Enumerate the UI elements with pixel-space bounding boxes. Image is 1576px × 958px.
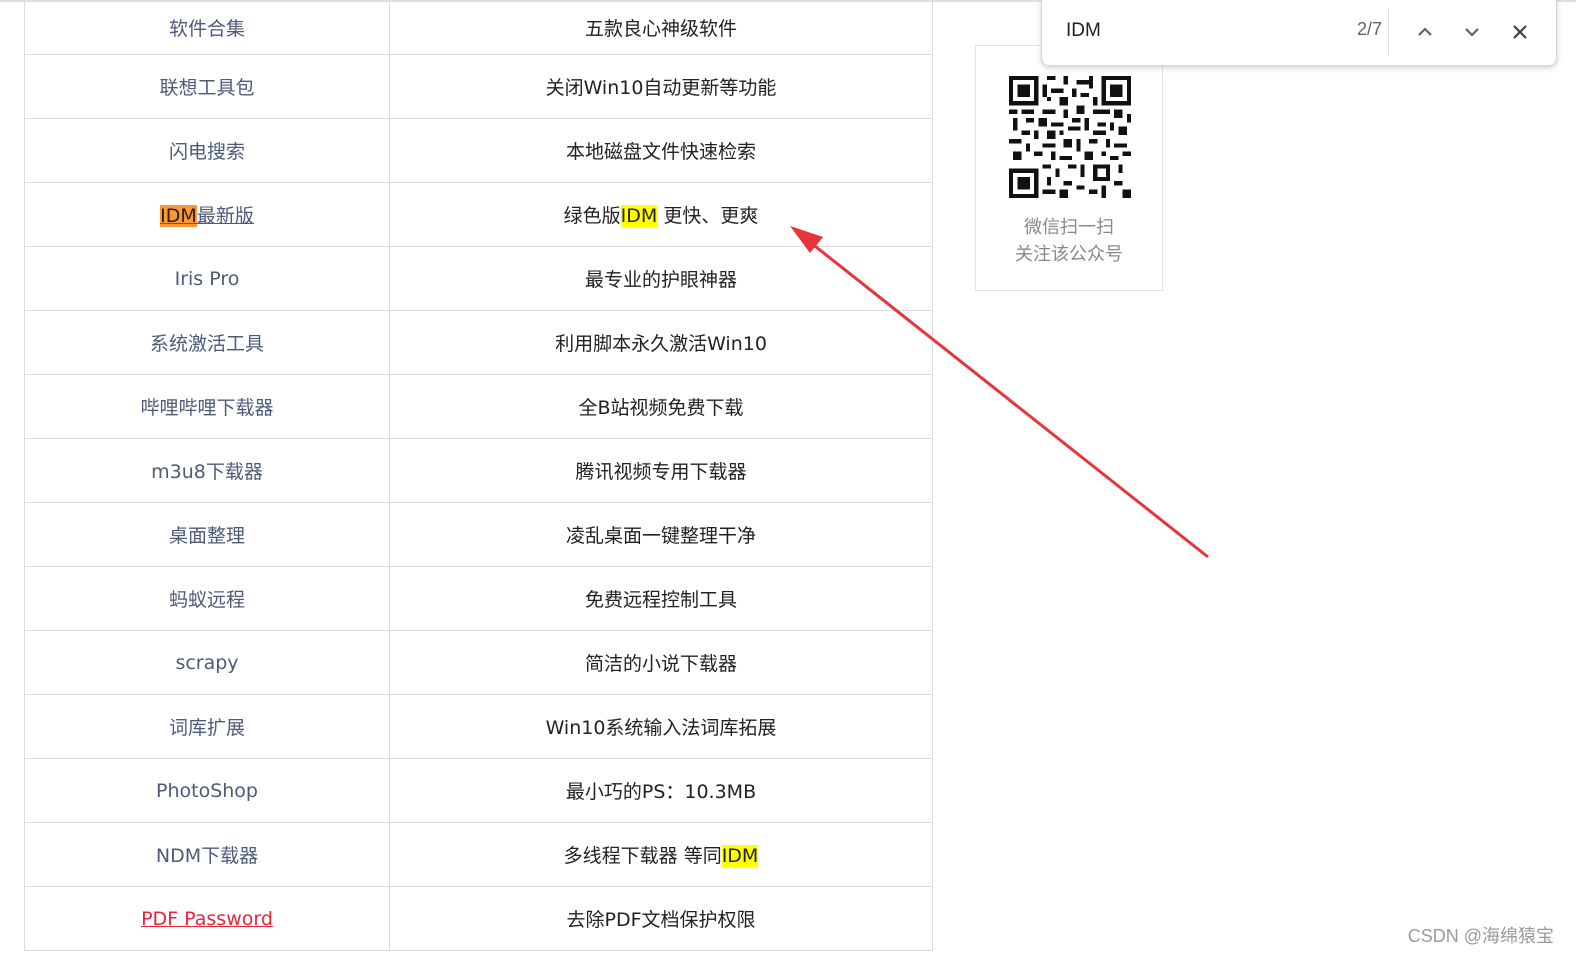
- find-previous-button[interactable]: [1409, 16, 1441, 48]
- software-name-link[interactable]: 桌面整理: [169, 525, 245, 547]
- software-name-link[interactable]: scrapy: [175, 652, 238, 674]
- find-match-count: 2/7: [1356, 19, 1382, 39]
- csdn-watermark: CSDN @海绵猿宝: [1407, 926, 1554, 946]
- qr-caption-line2: 关注该公众号: [1015, 244, 1123, 265]
- wechat-qr-card: 微信扫一扫 关注该公众号: [975, 45, 1163, 291]
- table-row: Iris Pro 最专业的护眼神器: [24, 246, 933, 311]
- software-name-link[interactable]: m3u8下载器: [151, 461, 263, 483]
- software-name-link[interactable]: 哔哩哔哩下载器: [140, 397, 273, 419]
- software-description: 全B站视频免费下载: [389, 374, 933, 439]
- find-in-page-bar: 2/7: [1041, 0, 1557, 66]
- qr-code-image: [1009, 76, 1131, 198]
- table-row: 系统激活工具 利用脚本永久激活Win10: [24, 310, 933, 375]
- software-description: 凌乱桌面一键整理干净: [389, 502, 933, 567]
- software-description: 五款良心神级软件: [389, 0, 933, 55]
- table-row: 词库扩展 Win10系统输入法词库拓展: [24, 694, 933, 759]
- find-separator: [1388, 9, 1389, 55]
- table-row: IDM最新版 绿色版IDM 更快、更爽: [24, 182, 933, 247]
- software-name-link[interactable]: 闪电搜索: [169, 141, 245, 163]
- software-name-link[interactable]: 联想工具包: [159, 77, 254, 99]
- find-next-button[interactable]: [1456, 16, 1488, 48]
- match-highlight: IDM: [721, 845, 759, 867]
- qr-caption: 微信扫一扫 关注该公众号: [976, 214, 1162, 268]
- table-row: scrapy 简洁的小说下载器: [24, 630, 933, 695]
- table-row: 联想工具包 关闭Win10自动更新等功能: [24, 54, 933, 119]
- software-description: 腾讯视频专用下载器: [389, 438, 933, 503]
- table-row: 桌面整理 凌乱桌面一键整理干净: [24, 502, 933, 567]
- page: 软件合集 五款良心神级软件 联想工具包 关闭Win10自动更新等功能 闪电搜索 …: [0, 0, 1576, 958]
- software-name-link[interactable]: PhotoShop: [156, 780, 258, 802]
- software-name-link[interactable]: Iris Pro: [175, 268, 240, 290]
- find-input[interactable]: [1066, 17, 1316, 45]
- software-description: 最专业的护眼神器: [389, 246, 933, 311]
- software-description: 最小巧的PS：10.3MB: [389, 758, 933, 823]
- table-row: 蚂蚁远程 免费远程控制工具: [24, 566, 933, 631]
- current-match-highlight: IDM: [160, 205, 197, 227]
- match-highlight: IDM: [620, 205, 658, 227]
- description-text: 更快、更爽: [657, 205, 759, 227]
- table-row: PhotoShop 最小巧的PS：10.3MB: [24, 758, 933, 823]
- description-text: 绿色版: [563, 205, 621, 227]
- software-name-link[interactable]: 词库扩展: [169, 717, 245, 739]
- table-row: 软件合集 五款良心神级软件: [24, 0, 933, 55]
- software-name-link-idm[interactable]: IDM最新版: [160, 205, 254, 227]
- software-description: Win10系统输入法词库拓展: [389, 694, 933, 759]
- software-name-link[interactable]: 系统激活工具: [150, 333, 264, 355]
- chevron-up-icon: [1418, 27, 1432, 36]
- software-description: 免费远程控制工具: [389, 566, 933, 631]
- find-close-button[interactable]: [1504, 16, 1536, 48]
- software-description: 去除PDF文档保护权限: [389, 886, 933, 951]
- table-row: PDF Password 去除PDF文档保护权限: [24, 886, 933, 951]
- software-name-link[interactable]: 软件合集: [169, 18, 245, 40]
- software-name-link[interactable]: NDM下载器: [156, 845, 258, 867]
- description-text: 多线程下载器 等同: [563, 845, 722, 867]
- software-description: 关闭Win10自动更新等功能: [389, 54, 933, 119]
- software-name-link-red[interactable]: PDF Password: [141, 908, 273, 930]
- close-icon: [1513, 25, 1527, 39]
- table-row: 哔哩哔哩下载器 全B站视频免费下载: [24, 374, 933, 439]
- software-name-rest: 最新版: [196, 205, 254, 227]
- table-row: m3u8下载器 腾讯视频专用下载器: [24, 438, 933, 503]
- qr-caption-line1: 微信扫一扫: [1024, 217, 1114, 238]
- table-row: NDM下载器 多线程下载器 等同IDM: [24, 822, 933, 887]
- table-row: 闪电搜索 本地磁盘文件快速检索: [24, 118, 933, 183]
- software-description: 本地磁盘文件快速检索: [389, 118, 933, 183]
- software-description: 多线程下载器 等同IDM: [389, 822, 933, 887]
- software-name-link[interactable]: 蚂蚁远程: [169, 589, 245, 611]
- software-description: 简洁的小说下载器: [389, 630, 933, 695]
- chevron-down-icon: [1465, 28, 1479, 37]
- software-description: 绿色版IDM 更快、更爽: [389, 182, 933, 247]
- software-description: 利用脚本永久激活Win10: [389, 310, 933, 375]
- software-table: 软件合集 五款良心神级软件 联想工具包 关闭Win10自动更新等功能 闪电搜索 …: [24, 0, 933, 951]
